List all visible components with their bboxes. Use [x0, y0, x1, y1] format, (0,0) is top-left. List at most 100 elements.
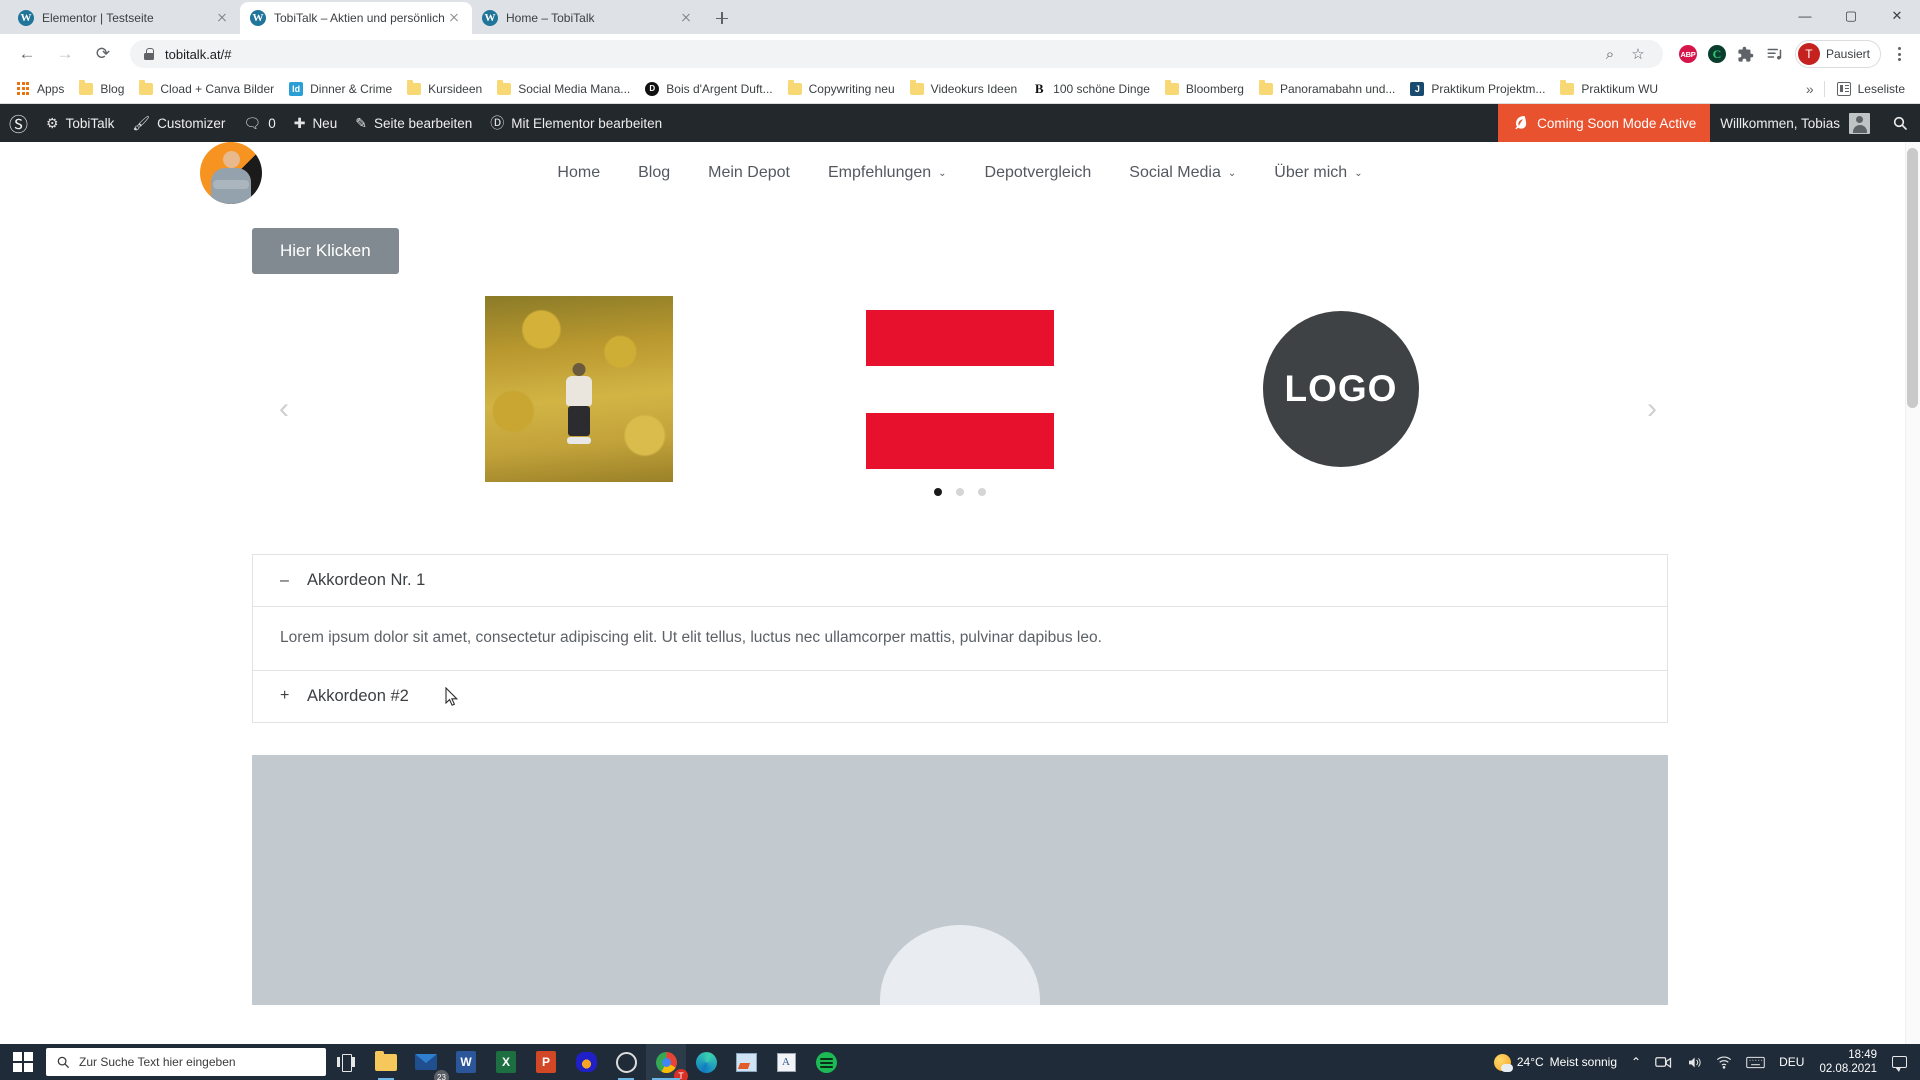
browser-tab[interactable]: W TobiTalk – Aktien und persönlich: [240, 2, 472, 34]
close-icon[interactable]: [678, 10, 694, 26]
browser-tab[interactable]: W Home – TobiTalk: [472, 2, 704, 34]
scrollbar-thumb[interactable]: [1907, 148, 1918, 408]
bookmark-item[interactable]: Bloomberg: [1157, 78, 1251, 100]
mail-icon[interactable]: 23: [406, 1044, 449, 1080]
carousel-dot[interactable]: [956, 488, 964, 496]
task-view-icon[interactable]: [326, 1044, 366, 1080]
carousel-slide[interactable]: LOGO: [1151, 311, 1532, 467]
nav-item-social-media[interactable]: Social Media ⌄: [1110, 164, 1255, 182]
tray-overflow-button[interactable]: ⌃: [1624, 1044, 1648, 1080]
profile-button[interactable]: T Pausiert: [1794, 40, 1881, 68]
chrome-icon[interactable]: T: [646, 1044, 688, 1080]
network-icon[interactable]: [1709, 1044, 1739, 1080]
carousel-dot[interactable]: [978, 488, 986, 496]
new-tab-button[interactable]: [708, 4, 736, 32]
three-dot-menu-icon[interactable]: [1886, 41, 1912, 67]
bookmark-item[interactable]: Blog: [71, 78, 131, 100]
admin-bar-new[interactable]: ✚ Neu: [285, 104, 347, 142]
bookmark-item[interactable]: D Bois d'Argent Duft...: [637, 78, 779, 100]
obs-studio-icon[interactable]: [606, 1044, 646, 1080]
ghostery-icon[interactable]: C: [1704, 41, 1730, 67]
headphones-icon[interactable]: [566, 1044, 606, 1080]
zoom-in-icon[interactable]: ⌕: [1597, 41, 1623, 67]
extensions-puzzle-icon[interactable]: [1733, 41, 1759, 67]
bookmark-item[interactable]: Cload + Canva Bilder: [131, 78, 281, 100]
admin-bar-edit-page[interactable]: ✎ Seite bearbeiten: [346, 104, 481, 142]
nav-item-ueber-mich[interactable]: Über mich ⌄: [1255, 164, 1381, 182]
browser-tab[interactable]: W Elementor | Testseite: [8, 2, 240, 34]
bookmark-item[interactable]: Copywriting neu: [780, 78, 902, 100]
address-bar[interactable]: tobitalk.at/# ⌕ ☆: [130, 40, 1663, 68]
nav-item-mein-depot[interactable]: Mein Depot: [689, 164, 809, 182]
wp-logo-menu[interactable]: Ⓢ: [0, 104, 37, 142]
bookmark-item[interactable]: Praktikum WU: [1552, 78, 1665, 100]
admin-bar-customizer[interactable]: 🖌 Customizer: [123, 104, 234, 142]
taskbar-search-input[interactable]: Zur Suche Text hier eingeben: [46, 1048, 326, 1076]
nav-item-home[interactable]: Home: [538, 164, 619, 182]
photo-editor-icon[interactable]: [726, 1044, 766, 1080]
bookmark-item[interactable]: Id Dinner & Crime: [281, 78, 399, 100]
spotify-icon[interactable]: [806, 1044, 846, 1080]
clock-widget[interactable]: 18:49 02.08.2021: [1811, 1048, 1885, 1077]
windows-start-icon[interactable]: [0, 1044, 46, 1080]
star-icon[interactable]: ☆: [1625, 41, 1651, 67]
nav-item-empfehlungen[interactable]: Empfehlungen ⌄: [809, 164, 966, 182]
folder-icon: [1164, 80, 1180, 97]
minimize-button[interactable]: —: [1782, 0, 1828, 32]
placeholder-shape: [880, 924, 1040, 1005]
browser-toolbar: ← → ⟳ tobitalk.at/# ⌕ ☆ ABP C T Pausiert: [0, 34, 1920, 74]
keyboard-icon[interactable]: [1739, 1044, 1772, 1080]
accordion-header-1[interactable]: – Akkordeon Nr. 1: [253, 555, 1667, 606]
language-indicator[interactable]: DEU: [1772, 1044, 1811, 1080]
bookmark-item[interactable]: J Praktikum Projektm...: [1402, 78, 1552, 100]
carousel-slide[interactable]: [770, 309, 1151, 469]
accordion-header-2[interactable]: + Akkordeon #2: [253, 671, 1667, 722]
file-explorer-icon[interactable]: [366, 1044, 406, 1080]
excel-icon[interactable]: X: [486, 1044, 526, 1080]
close-icon[interactable]: [446, 10, 462, 26]
admin-bar-site-name[interactable]: ⚙ TobiTalk: [37, 104, 123, 142]
maximize-button[interactable]: ▢: [1828, 0, 1874, 32]
close-button[interactable]: ✕: [1874, 0, 1920, 32]
powerpoint-icon[interactable]: P: [526, 1044, 566, 1080]
bookmark-item[interactable]: Kursideen: [399, 78, 489, 100]
carousel-prev-arrow[interactable]: ‹: [264, 392, 304, 426]
ghostery-badge: C: [1707, 45, 1726, 63]
admin-bar-search-button[interactable]: [1880, 104, 1920, 142]
nav-item-blog[interactable]: Blog: [619, 164, 689, 182]
page-scrollbar[interactable]: [1905, 142, 1920, 1044]
volume-icon[interactable]: [1679, 1044, 1709, 1080]
bookmark-item[interactable]: Panoramabahn und...: [1251, 78, 1402, 100]
bookmark-item[interactable]: Social Media Mana...: [489, 78, 637, 100]
carousel-next-arrow[interactable]: ›: [1632, 392, 1672, 426]
adblock-plus-icon[interactable]: ABP: [1675, 41, 1701, 67]
forward-button[interactable]: →: [50, 39, 80, 69]
bookmark-apps[interactable]: Apps: [8, 78, 71, 100]
bookmark-item[interactable]: B 100 schöne Dinge: [1024, 78, 1157, 100]
reload-button[interactable]: ⟳: [88, 39, 118, 69]
carousel-slide[interactable]: [389, 296, 770, 482]
admin-bar-comments[interactable]: 🗨 0: [234, 104, 284, 142]
carousel-dot[interactable]: [934, 488, 942, 496]
reload-icon: ⟳: [95, 44, 111, 63]
action-center-icon[interactable]: [1885, 1044, 1914, 1080]
back-button[interactable]: ←: [12, 39, 42, 69]
hier-klicken-button[interactable]: Hier Klicken: [252, 228, 399, 274]
reading-list-button[interactable]: Leseliste: [1829, 78, 1912, 100]
coming-soon-badge[interactable]: Coming Soon Mode Active: [1498, 104, 1711, 142]
notes-icon[interactable]: A: [766, 1044, 806, 1080]
close-icon[interactable]: [214, 10, 230, 26]
admin-bar-edit-with-elementor[interactable]: Ⓓ Mit Elementor bearbeiten: [481, 104, 671, 142]
word-icon[interactable]: W: [446, 1044, 486, 1080]
admin-bar-account[interactable]: Willkommen, Tobias: [1710, 104, 1880, 142]
meet-now-icon[interactable]: [1648, 1044, 1679, 1080]
bookmark-item[interactable]: Videokurs Ideen: [902, 78, 1025, 100]
weather-description: Meist sonnig: [1549, 1055, 1618, 1069]
nav-item-depotvergleich[interactable]: Depotvergleich: [966, 164, 1111, 182]
bookmarks-overflow-button[interactable]: »: [1800, 81, 1820, 97]
media-list-icon[interactable]: [1762, 41, 1788, 67]
accordion-content-1: Lorem ipsum dolor sit amet, consectetur …: [253, 606, 1667, 671]
weather-widget[interactable]: 24°C Meist sonnig: [1487, 1044, 1624, 1080]
edge-icon[interactable]: [686, 1044, 726, 1080]
wordpress-logo-icon: Ⓢ: [9, 114, 29, 136]
